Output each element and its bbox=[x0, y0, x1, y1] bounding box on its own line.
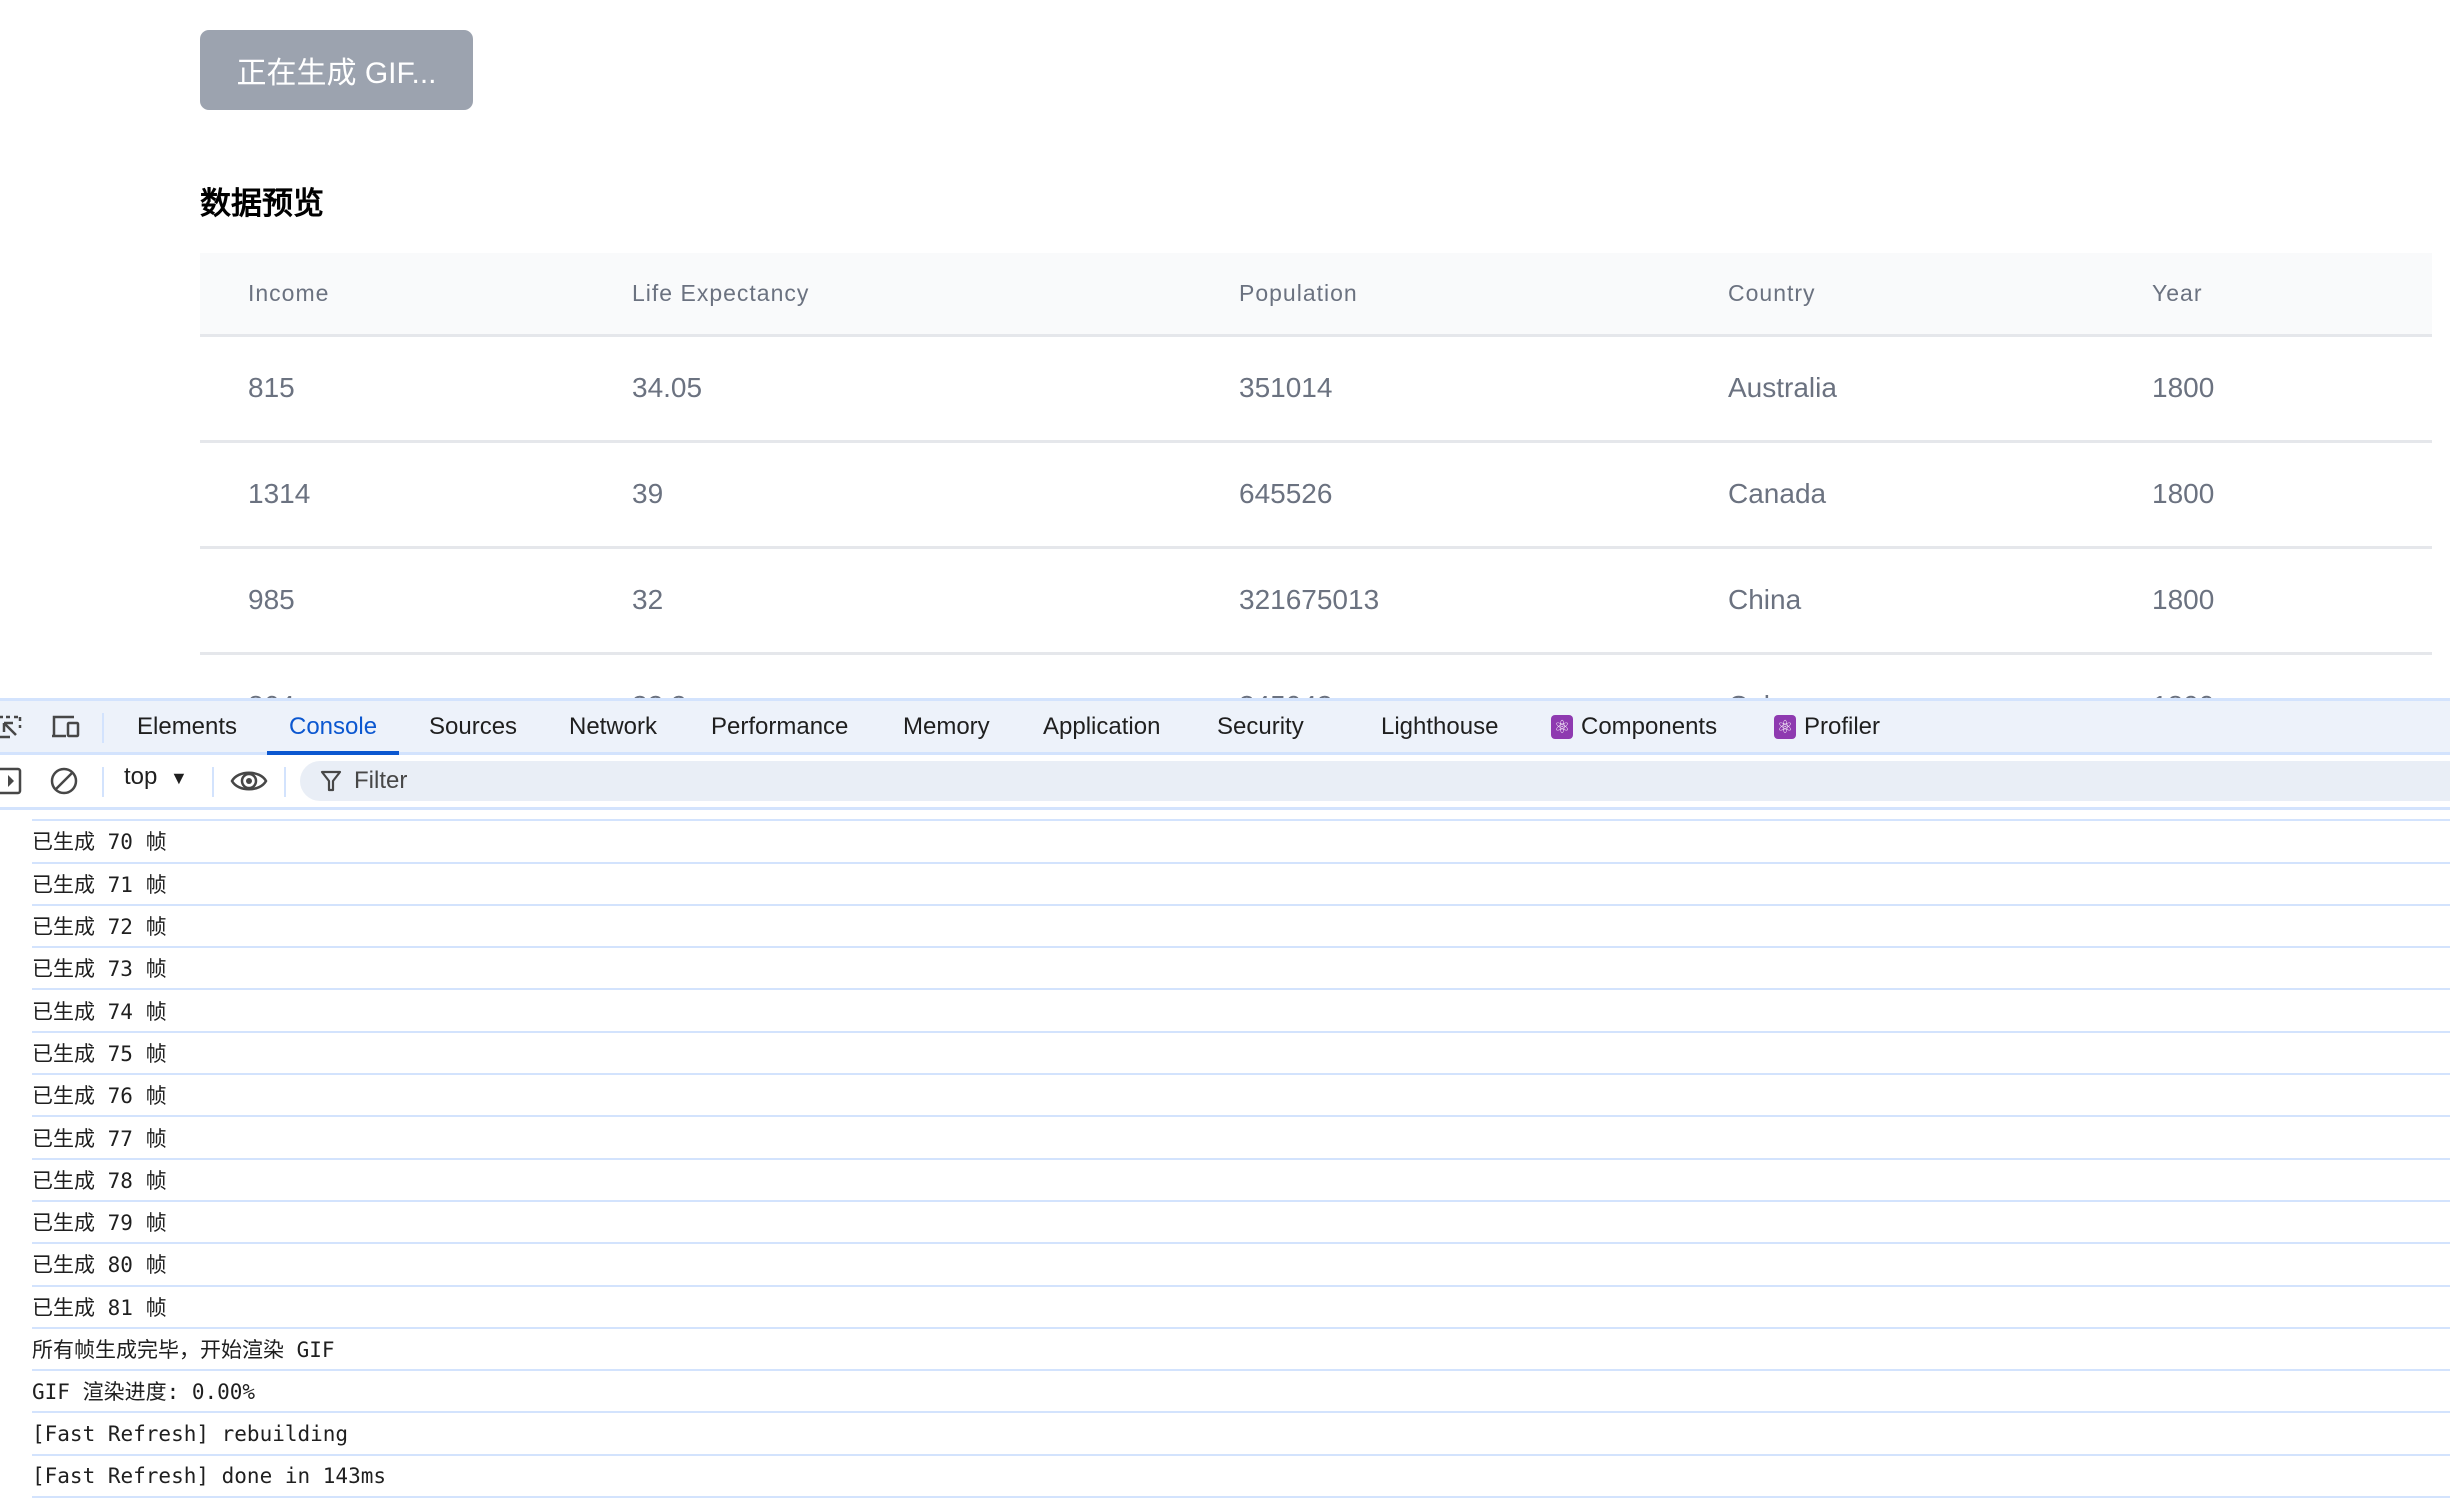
cell-year: 1800 bbox=[2152, 478, 2215, 509]
tab-label: Elements bbox=[137, 712, 238, 740]
console-message: 已生成 76 帧 bbox=[32, 1075, 2450, 1118]
data-preview-title: 数据预览 bbox=[200, 186, 324, 222]
table-row: 1314 39 645526 Canada 1800 bbox=[200, 441, 2432, 547]
tab-performance[interactable]: Performance bbox=[711, 701, 848, 752]
cell-population: 645526 bbox=[1239, 478, 1333, 509]
cell-country: Australia bbox=[1728, 372, 1837, 403]
context-selector[interactable]: top ▼ bbox=[124, 763, 188, 791]
cell-income: 864 bbox=[200, 653, 584, 698]
cell-life-expectancy: 39 bbox=[632, 478, 664, 509]
tab-sources[interactable]: Sources bbox=[429, 701, 517, 752]
tab-application[interactable]: Application bbox=[1043, 701, 1160, 752]
cell-year: 1800 bbox=[2152, 584, 2215, 615]
tab-label: Performance bbox=[711, 712, 849, 740]
cell-income: 1314 bbox=[248, 478, 311, 509]
column-header-life-expectancy: Life Expectancy bbox=[632, 279, 810, 306]
filter-input[interactable] bbox=[354, 767, 2154, 795]
tab-network[interactable]: Network bbox=[569, 701, 657, 752]
console-message: 已生成 71 帧 bbox=[32, 864, 2450, 906]
chevron-down-icon: ▼ bbox=[170, 768, 188, 788]
cell-population: 321675013 bbox=[1239, 584, 1380, 615]
clear-console-icon[interactable] bbox=[48, 765, 80, 797]
console-message: 已生成 70 帧 bbox=[32, 821, 2450, 864]
console-message: 已生成 81 帧 bbox=[32, 1287, 2450, 1329]
tab-label: Lighthouse bbox=[1381, 712, 1499, 740]
tab-label: Console bbox=[289, 712, 378, 740]
context-selector-value: top bbox=[124, 763, 158, 790]
tab-label: Application bbox=[1043, 712, 1161, 740]
tab-label: Profiler bbox=[1804, 712, 1881, 740]
toolbar-divider bbox=[102, 767, 104, 797]
console-filter[interactable] bbox=[300, 761, 2450, 801]
console-toolbar: top ▼ bbox=[0, 755, 2450, 810]
console-message: 已生成 72 帧 bbox=[32, 906, 2450, 949]
cell-population: 345043 bbox=[1191, 653, 1680, 698]
tab-lighthouse[interactable]: Lighthouse bbox=[1381, 701, 1498, 752]
cell-life-expectancy: 32.2 bbox=[584, 653, 1191, 698]
column-header-income: Income bbox=[248, 279, 330, 306]
console-message: 已生成 80 帧 bbox=[32, 1244, 2450, 1287]
tab-label: Components bbox=[1581, 712, 1718, 740]
live-expression-eye-icon[interactable] bbox=[230, 767, 268, 799]
cell-income: 985 bbox=[248, 584, 295, 615]
filter-icon bbox=[320, 769, 342, 793]
column-header-year: Year bbox=[2152, 279, 2203, 306]
react-icon: ⚛ bbox=[1551, 714, 1573, 739]
column-header-population: Population bbox=[1239, 279, 1358, 306]
toolbar-divider bbox=[212, 767, 214, 797]
tab-elements[interactable]: Elements bbox=[137, 701, 237, 752]
console-message: [Fast Refresh] done in 143ms bbox=[32, 1456, 2450, 1499]
console-message: 已生成 75 帧 bbox=[32, 1033, 2450, 1076]
tab-components[interactable]: ⚛ Components bbox=[1551, 701, 1717, 752]
console-message: GIF 渲染进度: 0.00% bbox=[32, 1371, 2450, 1414]
table-row: 815 34.05 351014 Australia 1800 bbox=[200, 335, 2432, 441]
table-row: 86432.2345043Cuba1800 bbox=[200, 653, 2432, 698]
console-message: 所有帧生成完毕，开始渲染 GIF bbox=[32, 1329, 2450, 1372]
generate-gif-button[interactable]: 正在生成 GIF... bbox=[200, 30, 473, 110]
cell-life-expectancy: 34.05 bbox=[632, 372, 703, 403]
react-icon: ⚛ bbox=[1774, 714, 1796, 739]
tab-label: Memory bbox=[903, 712, 990, 740]
tab-label: Sources bbox=[429, 712, 518, 740]
console-message: 已生成 79 帧 bbox=[32, 1202, 2450, 1245]
cell-year: 1800 bbox=[2152, 372, 2215, 403]
tab-label: Network bbox=[569, 712, 658, 740]
tab-console[interactable]: Console bbox=[266, 701, 400, 755]
cell-life-expectancy: 32 bbox=[632, 584, 664, 615]
cell-year: 1800 bbox=[2104, 653, 2432, 698]
tab-label: Security bbox=[1217, 712, 1304, 740]
cell-country: Canada bbox=[1728, 478, 1827, 509]
console-message: [Fast Refresh] rebuilding bbox=[32, 1414, 2450, 1456]
devtools-tab-bar: Elements Console Sources Network Performance… bbox=[0, 698, 2450, 755]
inspect-element-icon[interactable] bbox=[0, 711, 24, 743]
data-preview-table: Income Life Expectancy Population Countr… bbox=[200, 253, 2432, 698]
tabbar-divider bbox=[102, 713, 104, 743]
cell-country: China bbox=[1728, 584, 1802, 615]
devtools-panel: Elements Console Sources Network Performance… bbox=[0, 698, 2450, 1506]
console-message: 已生成 78 帧 bbox=[32, 1160, 2450, 1202]
console-message: 已生成 74 帧 bbox=[32, 991, 2450, 1033]
tab-memory[interactable]: Memory bbox=[903, 701, 990, 752]
table-header-row: Income Life Expectancy Population Countr… bbox=[200, 253, 2432, 335]
cell-population: 351014 bbox=[1239, 372, 1333, 403]
column-header-country: Country bbox=[1728, 279, 1816, 306]
table-row: 985 32 321675013 China 1800 bbox=[200, 547, 2432, 653]
device-toolbar-icon[interactable] bbox=[50, 711, 82, 743]
tab-profiler[interactable]: ⚛ Profiler bbox=[1774, 701, 1880, 752]
sidebar-toggle-icon[interactable] bbox=[0, 765, 24, 797]
console-message: 已生成 69 帧 bbox=[32, 810, 2450, 822]
console-message: 已生成 77 帧 bbox=[32, 1117, 2450, 1160]
cell-income: 815 bbox=[248, 372, 295, 403]
tab-security[interactable]: Security bbox=[1217, 701, 1304, 752]
console-output: 已生成 69 帧已生成 70 帧已生成 71 帧已生成 72 帧已生成 73 帧… bbox=[0, 810, 2450, 1506]
console-message: 已生成 73 帧 bbox=[32, 948, 2450, 991]
cell-country: Cuba bbox=[1680, 653, 2104, 698]
toolbar-divider bbox=[284, 767, 286, 797]
page-content: 正在生成 GIF... 数据预览 Income Life Expectancy … bbox=[0, 0, 2450, 698]
